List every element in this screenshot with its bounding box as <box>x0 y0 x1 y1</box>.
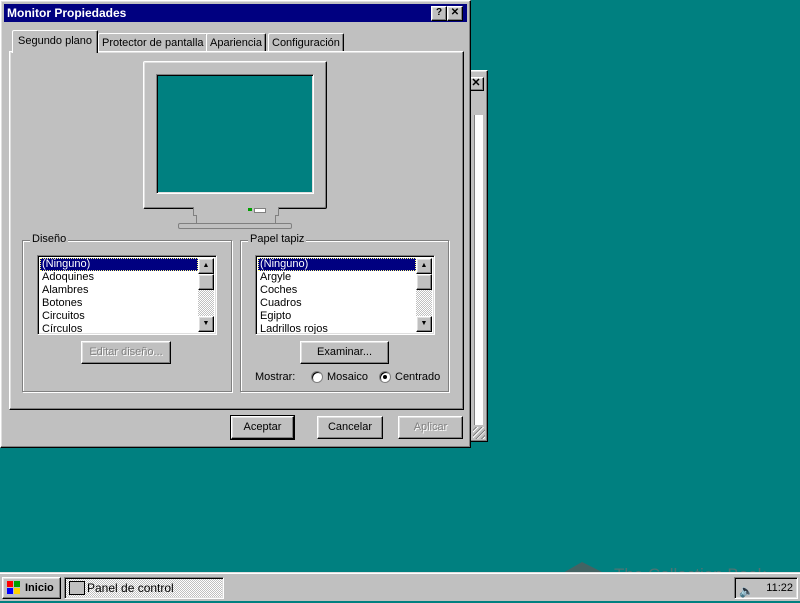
center-radio-label[interactable]: Centrado <box>395 370 440 384</box>
tab-configuracion[interactable]: Configuración <box>268 33 344 52</box>
ok-button[interactable]: Aceptar <box>230 415 295 440</box>
wallpaper-legend: Papel tapiz <box>248 233 307 245</box>
power-button-icon <box>254 208 266 213</box>
scroll-thumb[interactable] <box>198 274 214 290</box>
list-item[interactable]: Coches <box>258 284 416 297</box>
monitor-stand-neck <box>196 215 276 223</box>
tile-radio[interactable]: Mosaico <box>311 370 371 384</box>
power-led-icon <box>248 208 252 211</box>
list-item[interactable]: (Ninguno) <box>40 258 198 271</box>
title-bar[interactable]: Monitor Propiedades ? ✕ <box>4 4 467 22</box>
control-panel-icon <box>69 581 85 595</box>
clock[interactable]: 11:22 <box>766 578 793 598</box>
tile-radio-label[interactable]: Mosaico <box>327 370 368 384</box>
apply-button[interactable]: Aplicar <box>398 416 463 439</box>
scroll-down-icon[interactable]: ▼ <box>416 316 432 332</box>
cancel-button[interactable]: Cancelar <box>317 416 383 439</box>
close-button[interactable]: ✕ <box>447 6 463 21</box>
diseno-listbox[interactable]: (Ninguno) Adoquines Alambres Botones Cir… <box>37 255 217 335</box>
scroll-up-icon[interactable]: ▲ <box>416 258 432 274</box>
list-item[interactable]: Botones <box>40 297 198 310</box>
system-tray: 🔈 11:22 <box>734 577 798 599</box>
list-item[interactable]: (Ninguno) <box>258 258 416 271</box>
diseno-scrollbar[interactable]: ▲ ▼ <box>198 258 214 332</box>
taskbar-item-panel-de-control[interactable]: Panel de control <box>64 577 224 599</box>
wallpaper-scrollbar[interactable]: ▲ ▼ <box>416 258 432 332</box>
radio-checked-icon[interactable] <box>379 371 391 383</box>
diseno-legend: Diseño <box>30 233 69 245</box>
window-title: Monitor Propiedades <box>7 6 127 20</box>
resize-grip-icon[interactable] <box>473 427 485 439</box>
scroll-down-icon[interactable]: ▼ <box>198 316 214 332</box>
list-item[interactable]: Alambres <box>40 284 198 297</box>
monitor-stand-base <box>178 223 292 229</box>
list-item[interactable]: Ladrillos rojos <box>258 323 416 334</box>
list-item[interactable]: Cuadros <box>258 297 416 310</box>
list-item[interactable]: Argyle <box>258 271 416 284</box>
start-label: Inicio <box>25 582 54 594</box>
background-window-content <box>474 115 483 425</box>
scroll-up-icon[interactable]: ▲ <box>198 258 214 274</box>
radio-unchecked-icon[interactable] <box>311 371 323 383</box>
list-item[interactable]: Egipto <box>258 310 416 323</box>
list-item[interactable]: Circuitos <box>40 310 198 323</box>
tab-apariencia[interactable]: Apariencia <box>206 33 266 52</box>
display-label: Mostrar: <box>255 371 296 383</box>
wallpaper-listbox[interactable]: (Ninguno) Argyle Coches Cuadros Egipto L… <box>255 255 435 335</box>
monitor-preview-icon <box>143 61 327 209</box>
speaker-icon[interactable]: 🔈 <box>739 581 754 601</box>
edit-pattern-button[interactable]: Editar diseño... <box>81 341 171 364</box>
center-radio[interactable]: Centrado <box>379 370 443 384</box>
monitor-screen-preview <box>156 74 314 194</box>
tab-segundo-plano[interactable]: Segundo plano <box>12 30 99 53</box>
browse-button[interactable]: Examinar... <box>300 341 389 364</box>
list-item[interactable]: Adoquines <box>40 271 198 284</box>
help-button[interactable]: ? <box>431 6 447 21</box>
taskbar-item-label: Panel de control <box>87 581 174 595</box>
scroll-thumb[interactable] <box>416 274 432 290</box>
start-button[interactable]: Inicio <box>2 577 61 599</box>
taskbar: Inicio Panel de control 🔈 11:22 <box>0 572 800 601</box>
tab-protector-de-pantalla[interactable]: Protector de pantalla <box>98 33 208 52</box>
list-item[interactable]: Círculos <box>40 323 198 334</box>
windows-logo-icon <box>7 581 20 594</box>
